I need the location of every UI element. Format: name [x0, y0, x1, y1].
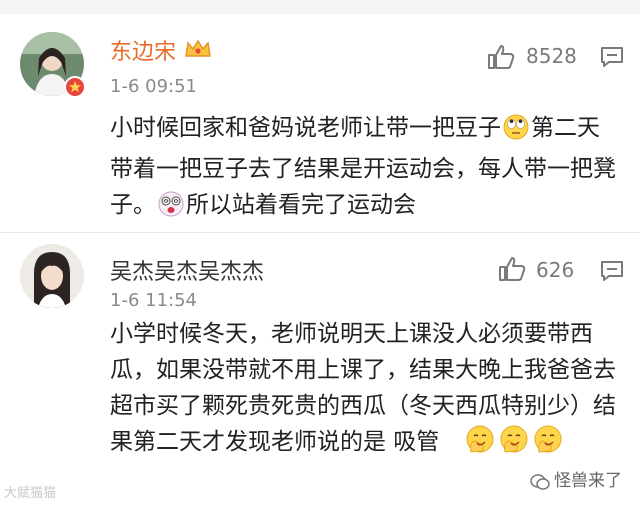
- reply-icon[interactable]: [600, 260, 624, 286]
- comment-text: 小学时候冬天，老师说明天上课没人必须要带西瓜，如果没带就不用上课了，结果大晚上我…: [110, 316, 620, 465]
- facepalm-emoji: [499, 424, 529, 465]
- watermark-right-text: 怪兽来了: [554, 471, 622, 491]
- facepalm-emoji: [465, 424, 495, 465]
- facepalm-emoji: [533, 424, 563, 465]
- thumbs-up-icon[interactable]: [498, 256, 526, 286]
- dizzy-emoji: [158, 191, 184, 228]
- avatar[interactable]: [20, 244, 84, 308]
- comment-time: 1-6 11:54: [110, 290, 197, 311]
- top-gap: [0, 0, 640, 14]
- watermark-left: 大赋猫猫: [4, 486, 57, 501]
- like-count: 8528: [526, 44, 577, 68]
- watermark-right: 怪兽来了: [530, 466, 622, 491]
- comment-item: 东边宋 1-6 09:51 8528 小时候回家和爸妈说老师让带一把豆子 第二天带…: [0, 14, 640, 232]
- rolling-eyes-emoji: [503, 114, 529, 151]
- comment-item: 吴杰吴杰吴杰杰 1-6 11:54 626 小学时候冬天，老师说明天上课没人必须…: [0, 232, 640, 506]
- reply-icon[interactable]: [600, 46, 624, 72]
- thumbs-up-icon[interactable]: [487, 44, 515, 74]
- crown-icon: [184, 38, 212, 64]
- username[interactable]: 吴杰吴杰吴杰杰: [110, 254, 264, 286]
- comment-text: 小时候回家和爸妈说老师让带一把豆子 第二天带着一把豆子去了结果是开运动会，每人带一…: [110, 110, 620, 228]
- like-count: 626: [536, 258, 575, 282]
- wechat-icon: [530, 474, 550, 490]
- comment-time: 1-6 09:51: [110, 76, 197, 97]
- username[interactable]: 东边宋: [110, 34, 176, 66]
- comment-text-part: 小时候回家和爸妈说老师让带一把豆子: [110, 115, 501, 141]
- comment-text-part: 所以站着看完了运动会: [186, 192, 416, 218]
- verified-badge-icon: [64, 76, 86, 98]
